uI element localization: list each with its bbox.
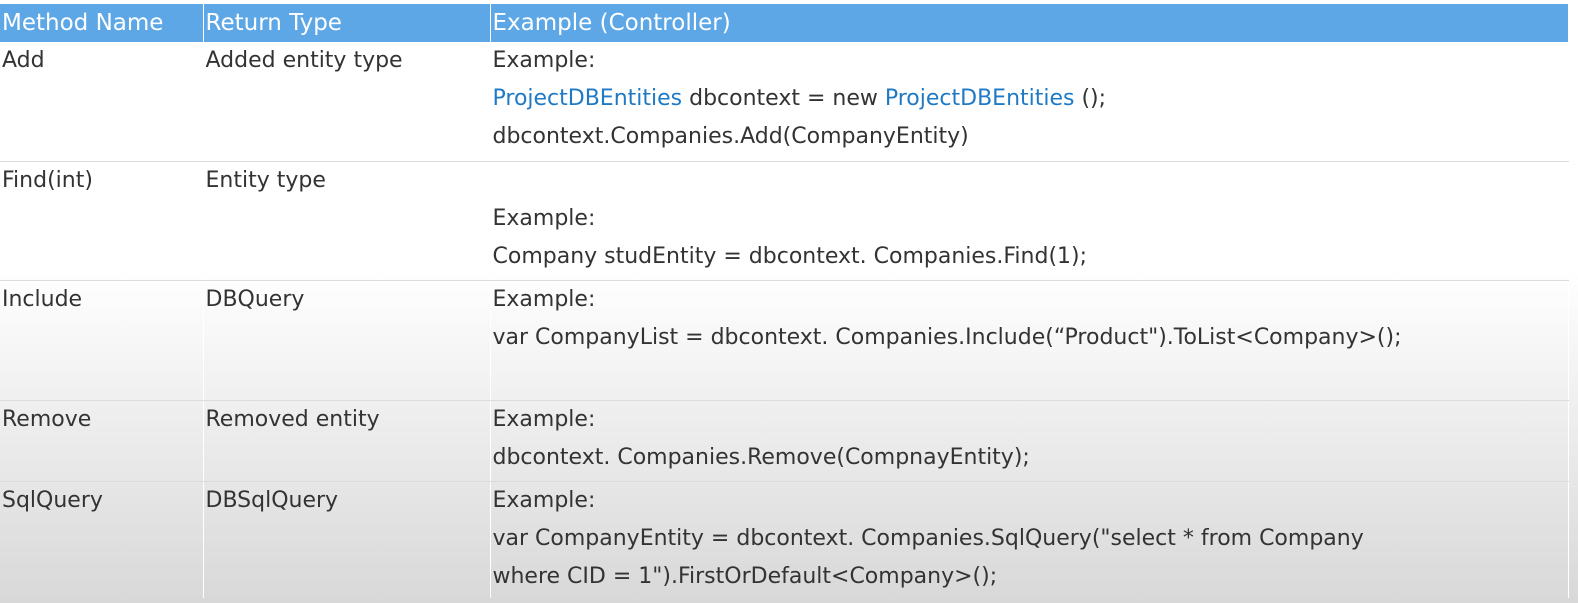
header-return-type: Return Type	[203, 4, 491, 42]
table-row-find: Find(int) Entity type Example: Company s…	[0, 161, 1569, 281]
slide: Method Name Return Type Example (Control…	[0, 0, 1578, 603]
table-body: Add Added entity type Example: ProjectDB…	[0, 42, 1569, 598]
code-line: where CID = 1").FirstOrDefault<Company>(…	[492, 564, 998, 589]
example-label: Example:	[492, 287, 596, 312]
code-line: var CompanyEntity = dbcontext. Companies…	[492, 526, 1364, 551]
example-cell: Example: dbcontext. Companies.Remove(Com…	[490, 400, 1569, 482]
table-row-remove: Remove Removed entity Example: dbcontext…	[0, 400, 1569, 482]
return-type-cell: Added entity type	[203, 42, 491, 162]
table-header: Method Name Return Type Example (Control…	[0, 4, 1569, 42]
methods-table: Method Name Return Type Example (Control…	[0, 4, 1569, 598]
return-type-cell: DBQuery	[203, 280, 491, 401]
return-type-cell: Entity type	[203, 161, 491, 281]
code-type-name: ProjectDBEntities	[492, 86, 683, 111]
method-cell: Add	[0, 42, 204, 162]
table-row-sqlquery: SqlQuery DBSqlQuery Example: var Company…	[0, 481, 1569, 598]
example-label: Example:	[492, 206, 596, 231]
table-row-include: Include DBQuery Example: var CompanyList…	[0, 280, 1569, 401]
code-line: dbcontext.Companies.Add(CompanyEntity)	[492, 124, 969, 149]
code-line: var CompanyList = dbcontext. Companies.I…	[492, 325, 1402, 350]
example-cell: Example: ProjectDBEntities dbcontext = n…	[490, 42, 1569, 162]
return-type-cell: Removed entity	[203, 400, 491, 482]
code-text: dbcontext = new	[682, 86, 885, 111]
example-label: Example:	[492, 407, 596, 432]
example-cell: Example: var CompanyEntity = dbcontext. …	[490, 481, 1569, 598]
header-example: Example (Controller)	[490, 4, 1569, 42]
code-line: ProjectDBEntities dbcontext = new Projec…	[493, 80, 1568, 118]
method-cell: Remove	[0, 400, 204, 482]
header-method-name: Method Name	[0, 4, 204, 42]
code-type-name: ProjectDBEntities	[884, 86, 1075, 111]
return-type-cell: DBSqlQuery	[203, 481, 491, 598]
method-cell: SqlQuery	[0, 481, 204, 598]
example-cell: Example: Company studEntity = dbcontext.…	[490, 161, 1569, 281]
method-cell: Include	[0, 280, 204, 401]
header-row: Method Name Return Type Example (Control…	[0, 4, 1569, 42]
code-line: Company studEntity = dbcontext. Companie…	[492, 244, 1088, 269]
method-cell: Find(int)	[0, 161, 204, 281]
example-label: Example:	[492, 488, 596, 513]
example-cell: Example: var CompanyList = dbcontext. Co…	[490, 280, 1569, 401]
example-label: Example:	[492, 48, 596, 73]
code-text: ();	[1074, 86, 1107, 111]
table-row-add: Add Added entity type Example: ProjectDB…	[0, 42, 1569, 162]
code-line: dbcontext. Companies.Remove(CompnayEntit…	[492, 445, 1030, 470]
